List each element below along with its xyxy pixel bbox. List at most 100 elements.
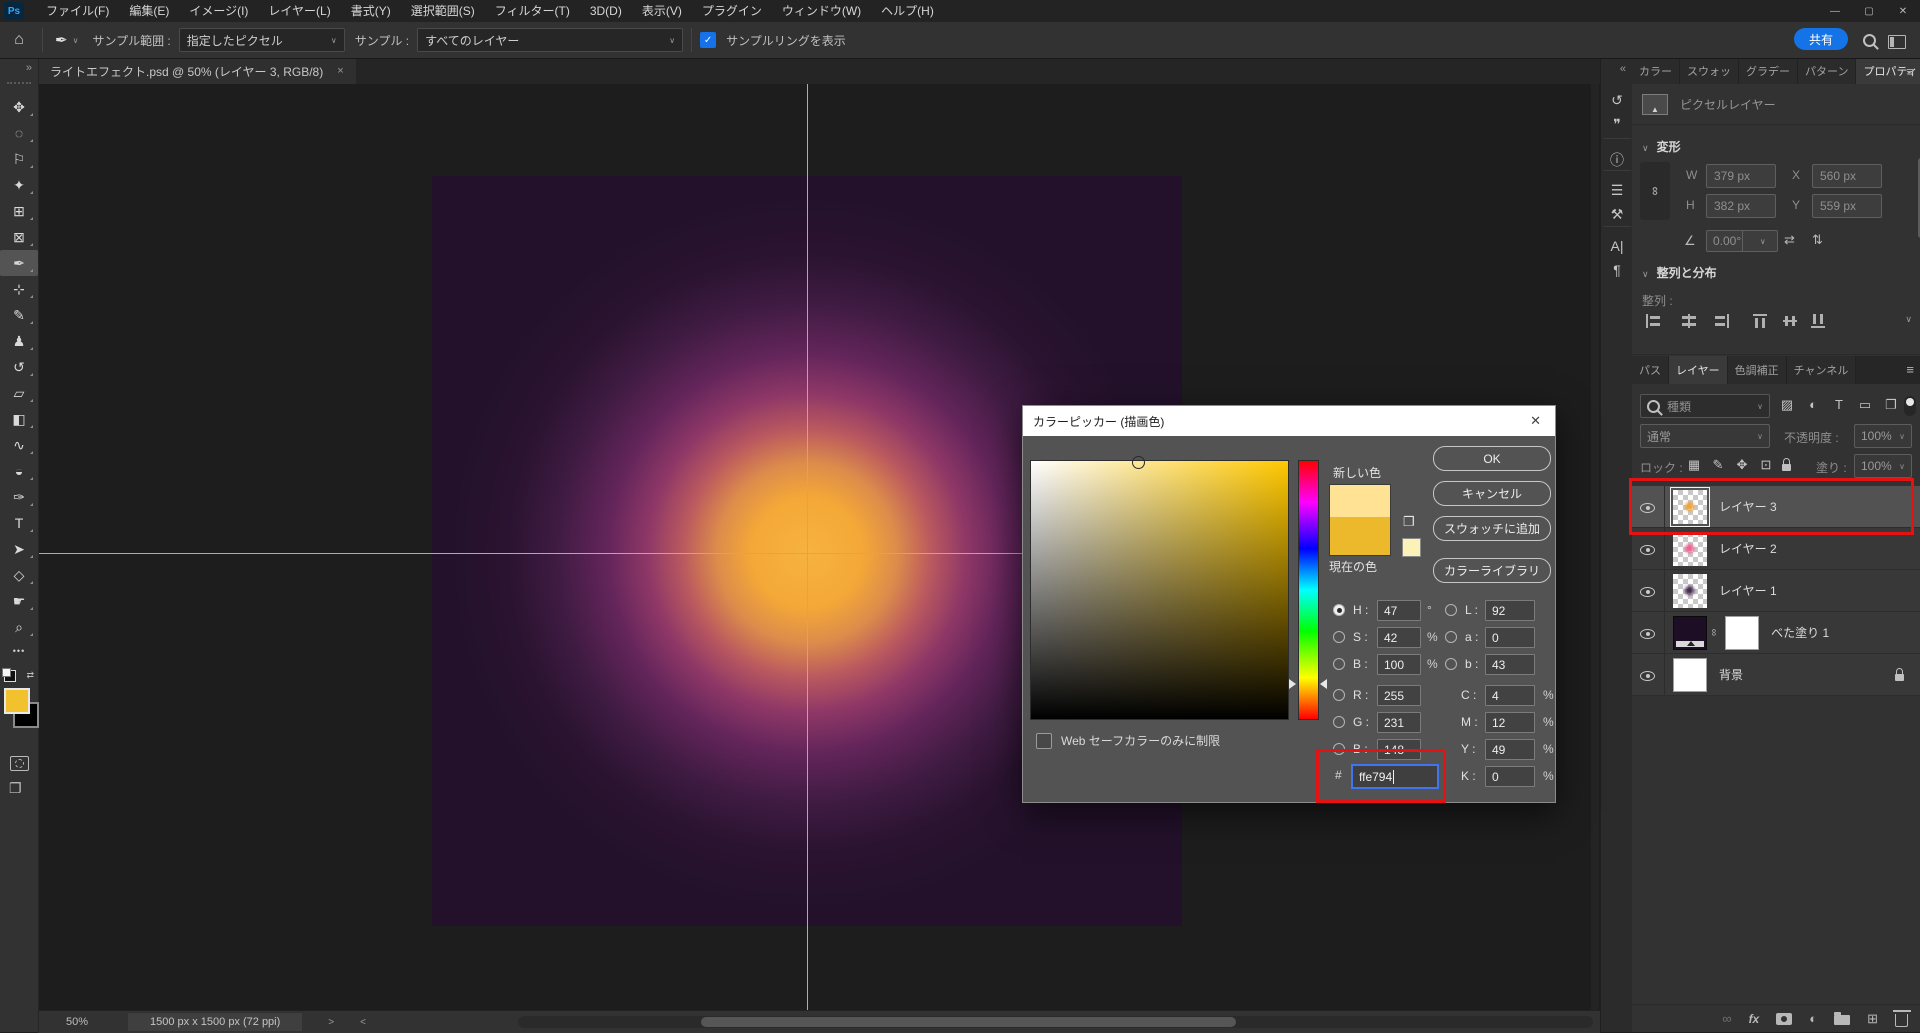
current-color-swatch[interactable] <box>1330 517 1390 555</box>
layer-visibility-toggle[interactable] <box>1632 612 1665 653</box>
clone-stamp-tool[interactable]: ♟ <box>0 328 38 354</box>
layers-search-field[interactable]: 種類 ∨ <box>1640 394 1770 418</box>
layer-thumbnail[interactable] <box>1673 574 1707 608</box>
blend-mode-dropdown[interactable]: 通常 ∨ <box>1640 424 1770 448</box>
fill-layer-thumbnail[interactable] <box>1673 616 1707 650</box>
dialog-close-icon[interactable]: ✕ <box>1526 413 1545 429</box>
delete-layer-icon[interactable] <box>1895 1014 1908 1027</box>
smudge-tool[interactable]: ∿ <box>0 432 38 458</box>
menu-item-1[interactable]: 編集(E) <box>119 0 179 22</box>
ok-button[interactable]: OK <box>1433 446 1551 471</box>
layer-style-icon[interactable]: fx <box>1749 1012 1760 1026</box>
layer-thumbnail[interactable] <box>1673 532 1707 566</box>
color-libraries-button[interactable]: カラーライブラリ <box>1433 558 1551 583</box>
workspace-switcher-icon[interactable] <box>1888 35 1906 49</box>
panel-tab-2[interactable]: グラデー <box>1739 58 1798 84</box>
lab-radio-2[interactable] <box>1445 658 1457 670</box>
hue-slider[interactable] <box>1298 460 1319 720</box>
layer-tab-2[interactable]: 色調補正 <box>1728 356 1787 384</box>
layer-thumbnail[interactable] <box>1673 490 1707 524</box>
type-tool[interactable]: T <box>0 510 38 536</box>
web-safe-checkbox[interactable] <box>1036 733 1052 749</box>
sample-dropdown[interactable]: すべてのレイヤー ∨ <box>417 28 683 52</box>
new-layer-icon[interactable]: ⊞ <box>1867 1011 1878 1027</box>
hand-tool[interactable]: ☛ <box>0 588 38 614</box>
lab-radio-0[interactable] <box>1445 604 1457 616</box>
paragraph-panel-icon[interactable]: ¶ <box>1601 262 1633 278</box>
quick-mask-button[interactable] <box>10 756 29 771</box>
align-h-center-icon[interactable] <box>1680 314 1698 328</box>
link-layers-icon[interactable]: ∞ <box>1722 1011 1731 1026</box>
lock-artboard-icon[interactable]: ⊡ <box>1756 457 1776 473</box>
chevron-down-icon[interactable]: ∨ <box>1905 314 1912 325</box>
vertical-scrollbar[interactable] <box>1591 84 1599 1010</box>
sample-size-dropdown[interactable]: 指定したピクセル ∨ <box>179 28 345 52</box>
info-panel-icon[interactable]: ⓘ <box>1601 150 1633 170</box>
horizontal-scrollbar-thumb[interactable] <box>701 1017 1236 1027</box>
filter-shape-layers-icon[interactable]: ▭ <box>1855 397 1875 413</box>
x-field[interactable]: 560 px <box>1812 164 1882 188</box>
menu-item-8[interactable]: 表示(V) <box>632 0 692 22</box>
lab-radio-1[interactable] <box>1445 631 1457 643</box>
object-selection-tool[interactable]: ✦ <box>0 172 38 198</box>
menu-item-9[interactable]: プラグイン <box>692 0 772 22</box>
cancel-button[interactable]: キャンセル <box>1433 481 1551 506</box>
zoom-tool[interactable]: ⌕ <box>0 614 38 640</box>
panel-tab-1[interactable]: スウォッ <box>1680 58 1739 84</box>
tool-presets-panel-icon[interactable]: ⚒ <box>1601 206 1633 223</box>
menu-item-4[interactable]: 書式(Y) <box>341 0 401 22</box>
eyedropper-tool[interactable]: ✒ <box>0 250 38 276</box>
filter-toggle[interactable] <box>1904 396 1916 416</box>
menu-item-5[interactable]: 選択範囲(S) <box>401 0 485 22</box>
status-prev-icon[interactable]: < <box>360 1017 366 1028</box>
expand-toolbar-icon[interactable]: » <box>26 62 32 74</box>
path-select-tool[interactable]: ➤ <box>0 536 38 562</box>
minimize-window-button[interactable]: — <box>1818 0 1852 22</box>
layer-row-0[interactable]: レイヤー 3 <box>1632 486 1920 528</box>
cmyk-input-0[interactable]: 4 <box>1485 685 1535 706</box>
panel-menu-icon[interactable]: ≡ <box>1906 64 1914 79</box>
marquee-tool[interactable]: ◌ <box>0 120 38 146</box>
document-tab[interactable]: ライトエフェクト.psd @ 50% (レイヤー 3, RGB/8) × <box>38 58 356 84</box>
layer-visibility-toggle[interactable] <box>1632 570 1665 611</box>
layer-thumbnail[interactable] <box>1673 658 1707 692</box>
align-bottom-icon[interactable] <box>1811 314 1829 328</box>
frame-tool[interactable]: ⊠ <box>0 224 38 250</box>
share-button[interactable]: 共有 <box>1794 28 1848 50</box>
dialog-title-bar[interactable]: カラーピッカー (描画色) ✕ <box>1023 406 1555 436</box>
rotate-angle-field[interactable]: 0.00° ∨ <box>1706 230 1778 252</box>
lab-input-0[interactable]: 92 <box>1485 600 1535 621</box>
layer-row-4[interactable]: 背景 <box>1632 654 1920 696</box>
fill-field[interactable]: 100% ∨ <box>1854 454 1912 478</box>
height-field[interactable]: 382 px <box>1706 194 1776 218</box>
filter-pixel-layers-icon[interactable]: ▨ <box>1777 397 1797 413</box>
layer-row-2[interactable]: レイヤー 1 <box>1632 570 1920 612</box>
foreground-color-swatch[interactable] <box>4 688 30 714</box>
saturation-brightness-field[interactable] <box>1030 460 1289 720</box>
layer-mask-thumbnail[interactable] <box>1725 616 1759 650</box>
align-left-icon[interactable] <box>1646 314 1664 328</box>
cmyk-input-1[interactable]: 12 <box>1485 712 1535 733</box>
align-v-center-icon[interactable] <box>1783 314 1801 328</box>
panel-tab-0[interactable]: カラー <box>1632 58 1680 84</box>
align-right-icon[interactable] <box>1711 314 1729 328</box>
add-layer-mask-icon[interactable] <box>1776 1013 1792 1025</box>
width-field[interactable]: 379 px <box>1706 164 1776 188</box>
toolbar-drag-handle[interactable] <box>7 82 31 84</box>
close-document-icon[interactable]: × <box>337 65 343 77</box>
gamut-safe-color-swatch[interactable] <box>1402 538 1421 557</box>
lab-input-1[interactable]: 0 <box>1485 627 1535 648</box>
cmyk-input-2[interactable]: 49 <box>1485 739 1535 760</box>
layer-visibility-toggle[interactable] <box>1632 654 1665 695</box>
transform-section-title[interactable]: ∨変形 <box>1642 138 1681 155</box>
crop-tool[interactable]: ⊞ <box>0 198 38 224</box>
more-tools-button[interactable]: ••• <box>0 646 38 656</box>
close-window-button[interactable]: ✕ <box>1886 0 1920 22</box>
gradient-tool[interactable]: ◧ <box>0 406 38 432</box>
layer-row-3[interactable]: ∞べた塗り 1 <box>1632 612 1920 654</box>
lasso-tool[interactable]: ⚐ <box>0 146 38 172</box>
lock-position-icon[interactable]: ✥ <box>1732 457 1752 473</box>
add-to-swatches-button[interactable]: スウォッチに追加 <box>1433 516 1551 541</box>
move-tool[interactable]: ✥ <box>0 94 38 120</box>
pen-tool[interactable]: ✑ <box>0 484 38 510</box>
